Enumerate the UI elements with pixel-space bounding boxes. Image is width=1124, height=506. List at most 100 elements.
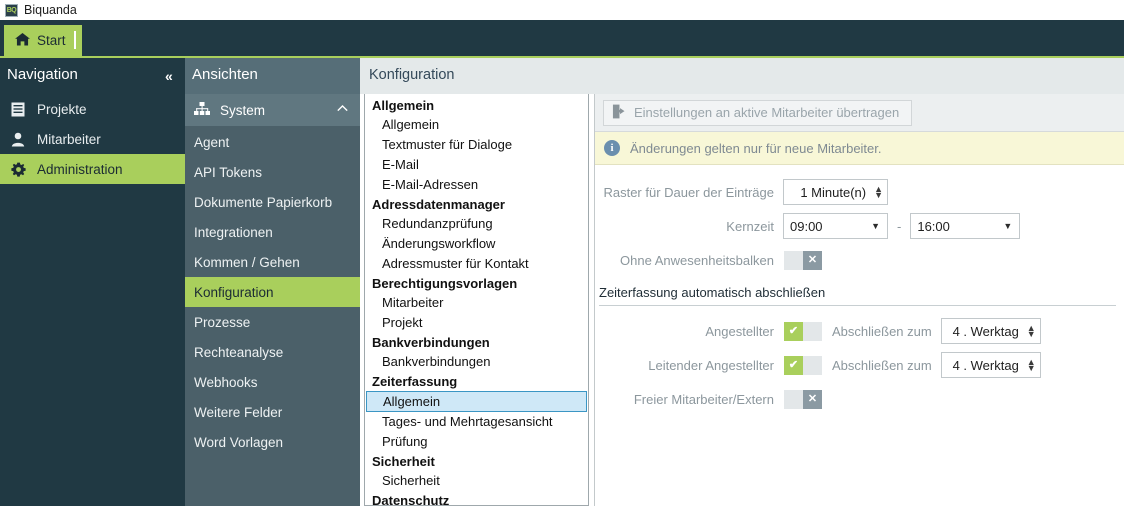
leitender-angestellter-label: Leitender Angestellter	[648, 357, 774, 373]
views-panel: System Agent API Tokens Dokumente Papier…	[185, 94, 360, 506]
info-icon: i	[604, 140, 620, 156]
tree-item[interactable]: E-Mail-Adressen	[365, 175, 588, 195]
chevron-up-icon[interactable]	[337, 102, 348, 114]
configuration-header-label: Konfiguration	[369, 67, 455, 83]
kernzeit-from-select[interactable]: 09:00 ▼	[783, 213, 888, 239]
tree-item[interactable]: Textmuster für Dialoge	[365, 135, 588, 155]
cross-icon: ✕	[803, 250, 822, 270]
views-item-integrationen-label: Integrationen	[194, 224, 273, 240]
freier-mitarbeiter-toggle[interactable]: ✕	[783, 389, 823, 410]
sidebar-item-administration-label: Administration	[37, 161, 123, 177]
title-bar: BQ Biquanda	[0, 0, 1124, 20]
ohne-anwesenheitsbalken-toggle[interactable]: ✕	[783, 250, 823, 271]
tree-item[interactable]: Allgemein	[365, 115, 588, 135]
toggle-track-left	[784, 389, 803, 409]
tree-item[interactable]: Bankverbindungen	[365, 352, 588, 372]
toggle-track-right	[803, 355, 822, 375]
tree-item[interactable]: Sicherheit	[365, 471, 588, 491]
angestellter-toggle[interactable]: ✔	[783, 321, 823, 342]
angestellter-label: Angestellter	[705, 323, 774, 339]
kernzeit-to-select[interactable]: 16:00 ▼	[910, 213, 1021, 239]
chevron-down-icon[interactable]: ▼	[1003, 221, 1012, 231]
views-item-agent-label: Agent	[194, 134, 230, 150]
spinner-down-icon[interactable]: ▼	[874, 190, 883, 200]
tree-item[interactable]: E-Mail	[365, 155, 588, 175]
person-icon	[10, 132, 26, 147]
app-logo-icon: BQ	[5, 3, 18, 17]
section-divider	[599, 305, 1116, 306]
gear-icon	[10, 162, 26, 177]
raster-spinner-arrows[interactable]: ▲ ▼	[874, 184, 883, 200]
tree-group: Adressdatenmanager	[372, 197, 505, 212]
leitender-angestellter-werktag-value: 4 . Werktag	[952, 357, 1019, 373]
tree-group: Allgemein	[372, 98, 435, 113]
navigation-collapse-icon[interactable]: «	[165, 69, 173, 83]
views-item-prozesse-label: Prozesse	[194, 314, 251, 330]
views-item-api-tokens-label: API Tokens	[194, 164, 263, 180]
views-item-dokumente-papierkorb[interactable]: Dokumente Papierkorb	[185, 187, 360, 217]
spinner-down-icon[interactable]: ▼	[1027, 329, 1036, 339]
tree-item[interactable]: Projekt	[365, 313, 588, 333]
sidebar-item-mitarbeiter[interactable]: Mitarbeiter	[0, 124, 185, 154]
tree-item[interactable]: Änderungsworkflow	[365, 234, 588, 254]
home-icon	[15, 32, 30, 49]
sidebar-item-administration[interactable]: Administration	[0, 154, 185, 184]
freier-mitarbeiter-label: Freier Mitarbeiter/Extern	[633, 391, 774, 407]
tree-item[interactable]: Adressmuster für Kontakt	[365, 254, 588, 274]
views-item-prozesse[interactable]: Prozesse	[185, 307, 360, 337]
sidebar-item-projekte[interactable]: Projekte	[0, 94, 185, 124]
views-item-konfiguration[interactable]: Konfiguration	[185, 277, 360, 307]
window-title: Biquanda	[24, 3, 77, 17]
views-group-system[interactable]: System	[185, 94, 360, 127]
tree-item[interactable]: Redundanzprüfung	[365, 214, 588, 234]
raster-spinner[interactable]: 1 Minute(n) ▲ ▼	[783, 179, 888, 205]
views-header: Ansichten «	[185, 56, 533, 94]
toggle-track-left	[784, 250, 803, 270]
tree-group: Datenschutz	[372, 493, 450, 506]
views-item-kommen-gehen-label: Kommen / Gehen	[194, 254, 300, 270]
tab-start[interactable]: Start	[4, 25, 82, 56]
tree-group: Sicherheit	[372, 454, 435, 469]
chevron-down-icon[interactable]: ▼	[871, 221, 880, 231]
navigation-panel: Projekte Mitarbeiter Administration	[0, 94, 185, 506]
views-item-kommen-gehen[interactable]: Kommen / Gehen	[185, 247, 360, 277]
angestellter-werktag-spinner[interactable]: 4 . Werktag ▲ ▼	[940, 318, 1041, 344]
row-leitender-angestellter: Leitender Angestellter ✔ Abschließen zum…	[595, 352, 1124, 378]
ohne-anwesenheitsbalken-label: Ohne Anwesenheitsbalken	[620, 252, 774, 268]
angestellter-spinner-arrows[interactable]: ▲ ▼	[1027, 323, 1036, 339]
leitender-angestellter-toggle[interactable]: ✔	[783, 355, 823, 376]
views-item-agent[interactable]: Agent	[185, 127, 360, 157]
views-item-rechteanalyse[interactable]: Rechteanalyse	[185, 337, 360, 367]
navigation-header: Navigation «	[0, 56, 185, 94]
row-raster: Raster für Dauer der Einträge 1 Minute(n…	[595, 179, 1124, 205]
transfer-settings-label: Einstellungen an aktive Mitarbeiter über…	[634, 105, 900, 120]
raster-value: 1 Minute(n)	[800, 184, 867, 200]
views-item-api-tokens[interactable]: API Tokens	[185, 157, 360, 187]
book-icon	[10, 102, 26, 117]
tree-item[interactable]: Tages- und Mehrtagesansicht	[365, 412, 588, 432]
tree-item[interactable]: Mitarbeiter	[365, 293, 588, 313]
views-group-system-label: System	[220, 102, 266, 118]
kernzeit-separator: -	[897, 218, 902, 234]
leitender-angestellter-werktag-spinner[interactable]: 4 . Werktag ▲ ▼	[940, 352, 1041, 378]
views-header-label: Ansichten	[192, 66, 258, 83]
views-item-word-vorlagen[interactable]: Word Vorlagen	[185, 427, 360, 457]
toggle-track-right	[803, 321, 822, 341]
views-item-weitere-felder[interactable]: Weitere Felder	[185, 397, 360, 427]
tree-group: Berechtigungsvorlagen	[372, 276, 518, 291]
leitender-spinner-arrows[interactable]: ▲ ▼	[1027, 357, 1036, 373]
configuration-tree: Allgemein Allgemein Textmuster für Dialoge…	[364, 94, 589, 506]
tree-item[interactable]: Prüfung	[365, 432, 588, 452]
settings-form: Raster für Dauer der Einträge 1 Minute(n…	[595, 165, 1124, 412]
tree-item-selected[interactable]: Allgemein	[366, 391, 587, 412]
views-item-integrationen[interactable]: Integrationen	[185, 217, 360, 247]
app-logo-text: BQ	[6, 6, 17, 14]
views-item-rechteanalyse-label: Rechteanalyse	[194, 344, 284, 360]
views-item-webhooks[interactable]: Webhooks	[185, 367, 360, 397]
views-item-dokumente-papierkorb-label: Dokumente Papierkorb	[194, 194, 333, 210]
spinner-down-icon[interactable]: ▼	[1027, 363, 1036, 373]
document-export-icon	[612, 104, 626, 122]
tab-insertion-caret	[74, 31, 76, 49]
views-item-webhooks-label: Webhooks	[194, 374, 258, 390]
transfer-settings-button[interactable]: Einstellungen an aktive Mitarbeiter über…	[603, 99, 913, 126]
